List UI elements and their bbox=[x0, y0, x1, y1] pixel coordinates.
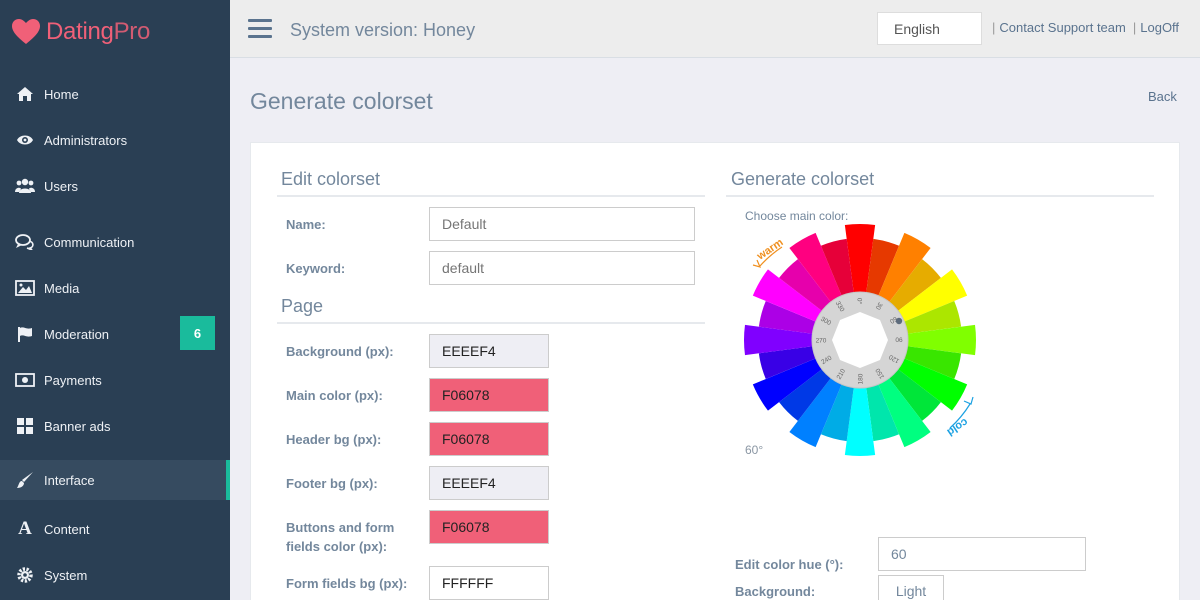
chat-icon bbox=[14, 233, 36, 251]
sidebar-item-moderation[interactable]: Moderation 6 bbox=[0, 314, 230, 354]
brand-name: DatingPro bbox=[46, 18, 150, 46]
image-icon bbox=[14, 279, 36, 297]
section-divider bbox=[277, 195, 705, 197]
sidebar: DatingPro Home Administrators Users Comm… bbox=[0, 0, 230, 600]
gear-icon bbox=[14, 566, 36, 584]
background-light-button[interactable]: Light bbox=[878, 575, 944, 600]
name-field[interactable] bbox=[429, 207, 695, 241]
dial-tick-label: 0° bbox=[856, 298, 864, 305]
hue-dial-handle bbox=[895, 317, 903, 325]
system-version: System version: Honey bbox=[290, 20, 476, 40]
sidebar-item-label: Content bbox=[44, 521, 90, 537]
flag-icon bbox=[14, 325, 36, 343]
sidebar-item-label: Communication bbox=[44, 234, 135, 250]
separator: | bbox=[992, 20, 996, 35]
sidebar-item-communication[interactable]: Communication bbox=[0, 222, 230, 262]
sidebar-item-home[interactable]: Home bbox=[0, 74, 230, 114]
edit-colorset-title: Edit colorset bbox=[281, 169, 381, 189]
color-wheel[interactable]: 0° 306090120150180210240270300330 warm co… bbox=[740, 222, 985, 467]
main-color-label: Main color (px): bbox=[286, 388, 383, 403]
heart-logo-icon bbox=[12, 19, 40, 44]
dial-tick-label: 90 bbox=[895, 336, 903, 343]
sidebar-item-label: Moderation bbox=[44, 326, 110, 342]
form-fields-bg-label: Form fields bg (px): bbox=[286, 576, 408, 591]
sidebar-item-media[interactable]: Media bbox=[0, 268, 230, 308]
background-color-label: Background (px): bbox=[286, 344, 394, 359]
sidebar-item-label: Banner ads bbox=[44, 418, 111, 434]
buttons-color-field[interactable]: F06078 bbox=[429, 510, 549, 544]
edit-hue-label: Edit color hue (°): bbox=[735, 557, 844, 572]
keyword-label: Keyword: bbox=[286, 261, 346, 276]
section-divider bbox=[277, 322, 705, 324]
warm-label: warm bbox=[754, 236, 786, 263]
users-icon bbox=[14, 177, 36, 195]
keyword-field[interactable] bbox=[429, 251, 695, 285]
sidebar-item-content[interactable]: A Content bbox=[0, 509, 230, 549]
buttons-color-label: Buttons and form fields color (px): bbox=[286, 520, 395, 554]
sidebar-item-system[interactable]: System bbox=[0, 555, 230, 595]
language-select[interactable]: English bbox=[877, 12, 982, 45]
generate-colorset-title: Generate colorset bbox=[731, 169, 875, 189]
header-bg-label: Header bg (px): bbox=[286, 432, 382, 447]
footer-bg-field[interactable]: EEEEF4 bbox=[429, 466, 549, 500]
sidebar-item-interface[interactable]: Interface bbox=[0, 460, 230, 500]
sidebar-item-label: Interface bbox=[44, 472, 95, 488]
moderation-count-badge: 6 bbox=[180, 316, 215, 350]
hue-dial-center bbox=[832, 312, 888, 368]
warm-indicator: warm bbox=[752, 236, 786, 268]
header-bg-field[interactable]: F06078 bbox=[429, 422, 549, 456]
cold-label: cold bbox=[945, 416, 970, 439]
sidebar-item-label: Administrators bbox=[44, 132, 128, 148]
contact-support-link[interactable]: Contact Support team bbox=[999, 20, 1125, 35]
sidebar-item-label: Media bbox=[44, 280, 80, 296]
separator: | bbox=[1132, 20, 1137, 35]
sidebar-item-label: Payments bbox=[44, 372, 102, 388]
logo[interactable]: DatingPro bbox=[0, 0, 230, 64]
menu-toggle-icon[interactable] bbox=[248, 19, 272, 39]
form-fields-bg-field[interactable]: FFFFFF bbox=[429, 566, 549, 600]
dial-tick-label: 270 bbox=[816, 338, 827, 345]
money-icon bbox=[14, 371, 36, 389]
font-icon: A bbox=[18, 518, 32, 539]
main-color-field[interactable]: F06078 bbox=[429, 378, 549, 412]
sidebar-item-administrators[interactable]: Administrators bbox=[0, 120, 230, 160]
logoff-link[interactable]: LogOff bbox=[1140, 20, 1179, 35]
sidebar-item-label: System bbox=[44, 567, 88, 583]
selected-hue-readout: 60° bbox=[745, 443, 764, 457]
dial-tick-label: 180 bbox=[858, 373, 865, 384]
choose-main-color-label: Choose main color: bbox=[745, 209, 849, 223]
sidebar-item-label: Home bbox=[44, 86, 79, 102]
sidebar-item-users[interactable]: Users bbox=[0, 166, 230, 206]
background-mode-label: Background: bbox=[735, 584, 816, 599]
brand-name-main: Dating bbox=[46, 18, 114, 45]
hue-input[interactable]: 60 bbox=[878, 537, 1086, 571]
footer-bg-label: Footer bg (px): bbox=[286, 476, 378, 491]
top-bar: System version: Honey English | Contact S… bbox=[230, 0, 1200, 58]
sidebar-item-payments[interactable]: Payments bbox=[0, 360, 230, 400]
page-section-title: Page bbox=[281, 296, 324, 316]
back-link[interactable]: Back bbox=[1148, 89, 1177, 104]
section-divider bbox=[726, 195, 1154, 197]
background-color-field[interactable]: EEEEF4 bbox=[429, 334, 549, 368]
page-title: Generate colorset bbox=[250, 88, 433, 114]
home-icon bbox=[14, 85, 36, 103]
sidebar-item-label: Users bbox=[44, 178, 78, 194]
brand-name-suffix: Pro bbox=[113, 18, 151, 45]
name-label: Name: bbox=[286, 217, 326, 232]
sidebar-item-banner-ads[interactable]: Banner ads bbox=[0, 406, 230, 446]
grid-icon bbox=[14, 417, 36, 435]
top-links: | Contact Support team | LogOff bbox=[988, 20, 1179, 35]
eye-icon bbox=[14, 131, 36, 149]
brush-icon bbox=[14, 471, 36, 489]
